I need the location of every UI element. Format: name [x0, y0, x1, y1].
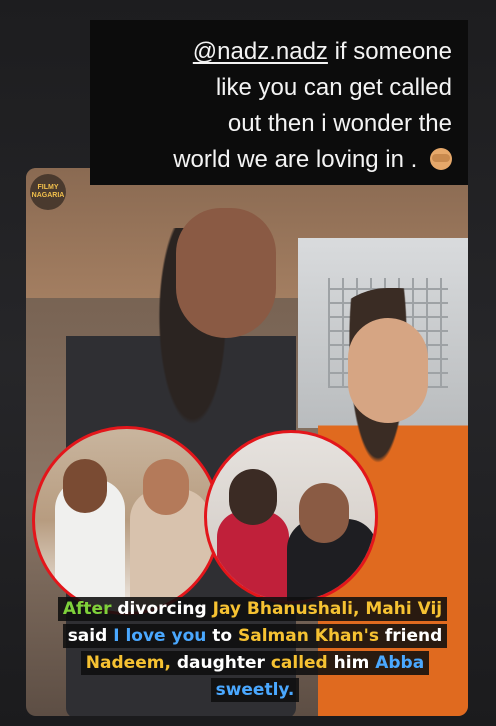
news-caption: After divorcing Jay Bhanushali, Mahi Vij… [50, 596, 460, 704]
man-face [176, 208, 276, 338]
caption-word: Vij [417, 599, 443, 619]
channel-logo: FILMY NAGARIA [30, 174, 66, 210]
caption-word: said [67, 626, 108, 646]
caption-word: divorcing [117, 599, 207, 619]
caption-word: him [333, 653, 370, 673]
story-text-box: @nadz.nadz if someone like you can get c… [90, 20, 468, 185]
person-head [299, 483, 349, 543]
story-text: world we are loving in . [173, 146, 418, 173]
story-line-3: out then i wonder the [227, 110, 452, 137]
caption-word: Salman Khan's [238, 626, 379, 646]
story-line-2: like you can get called [215, 74, 452, 101]
caption-word: After [62, 599, 112, 619]
caption-word: Mahi [365, 599, 412, 619]
logo-text: FILMY NAGARIA [31, 184, 65, 199]
caption-word: I love you [113, 626, 207, 646]
caption-word: Nadeem, [85, 653, 171, 673]
person-head [229, 469, 277, 525]
inset-photo-salman [32, 426, 221, 615]
woman-face [348, 318, 428, 423]
caption-word: friend [384, 626, 443, 646]
caption-word: daughter [176, 653, 265, 673]
story-line-1: @nadz.nadz if someone [90, 34, 452, 70]
person-head [143, 459, 189, 515]
person-head [63, 459, 107, 513]
caption-word: to [212, 626, 233, 646]
story-text: if someone [334, 38, 452, 65]
user-mention[interactable]: @nadz.nadz [193, 38, 328, 65]
see-no-evil-monkey-icon [430, 148, 452, 170]
caption-word: Jay Bhanushali, [212, 599, 360, 619]
inset-photo-daughter [204, 430, 378, 604]
caption-word: called [270, 653, 328, 673]
story-line-4: world we are loving in . [90, 142, 452, 178]
